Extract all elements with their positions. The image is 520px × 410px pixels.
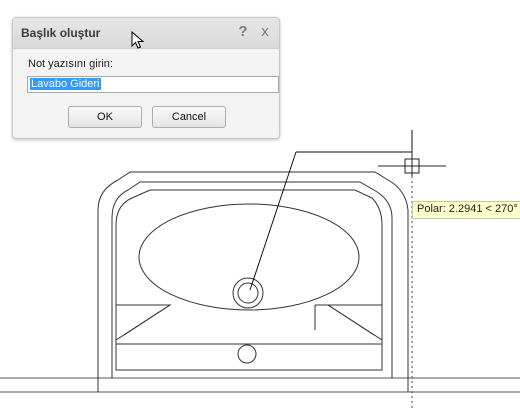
help-button[interactable]: ? [235,23,251,41]
wall-lines [0,377,520,393]
close-button[interactable]: x [257,23,273,41]
polar-tracking-tooltip: Polar: 2.2941 < 270° [412,201,520,219]
leader-line [249,130,413,291]
cancel-button[interactable]: Cancel [152,106,226,128]
note-prompt-label: Not yazısını girin: [28,58,113,70]
note-text-input[interactable]: Lavabo Gideri [27,76,279,93]
selected-input-text: Lavabo Gideri [30,78,101,90]
ok-button[interactable]: OK [68,106,142,128]
dialog-title: Başlık oluştur [21,26,101,40]
crosshair-cursor-icon [378,150,446,176]
mouse-pointer-icon [131,31,145,49]
